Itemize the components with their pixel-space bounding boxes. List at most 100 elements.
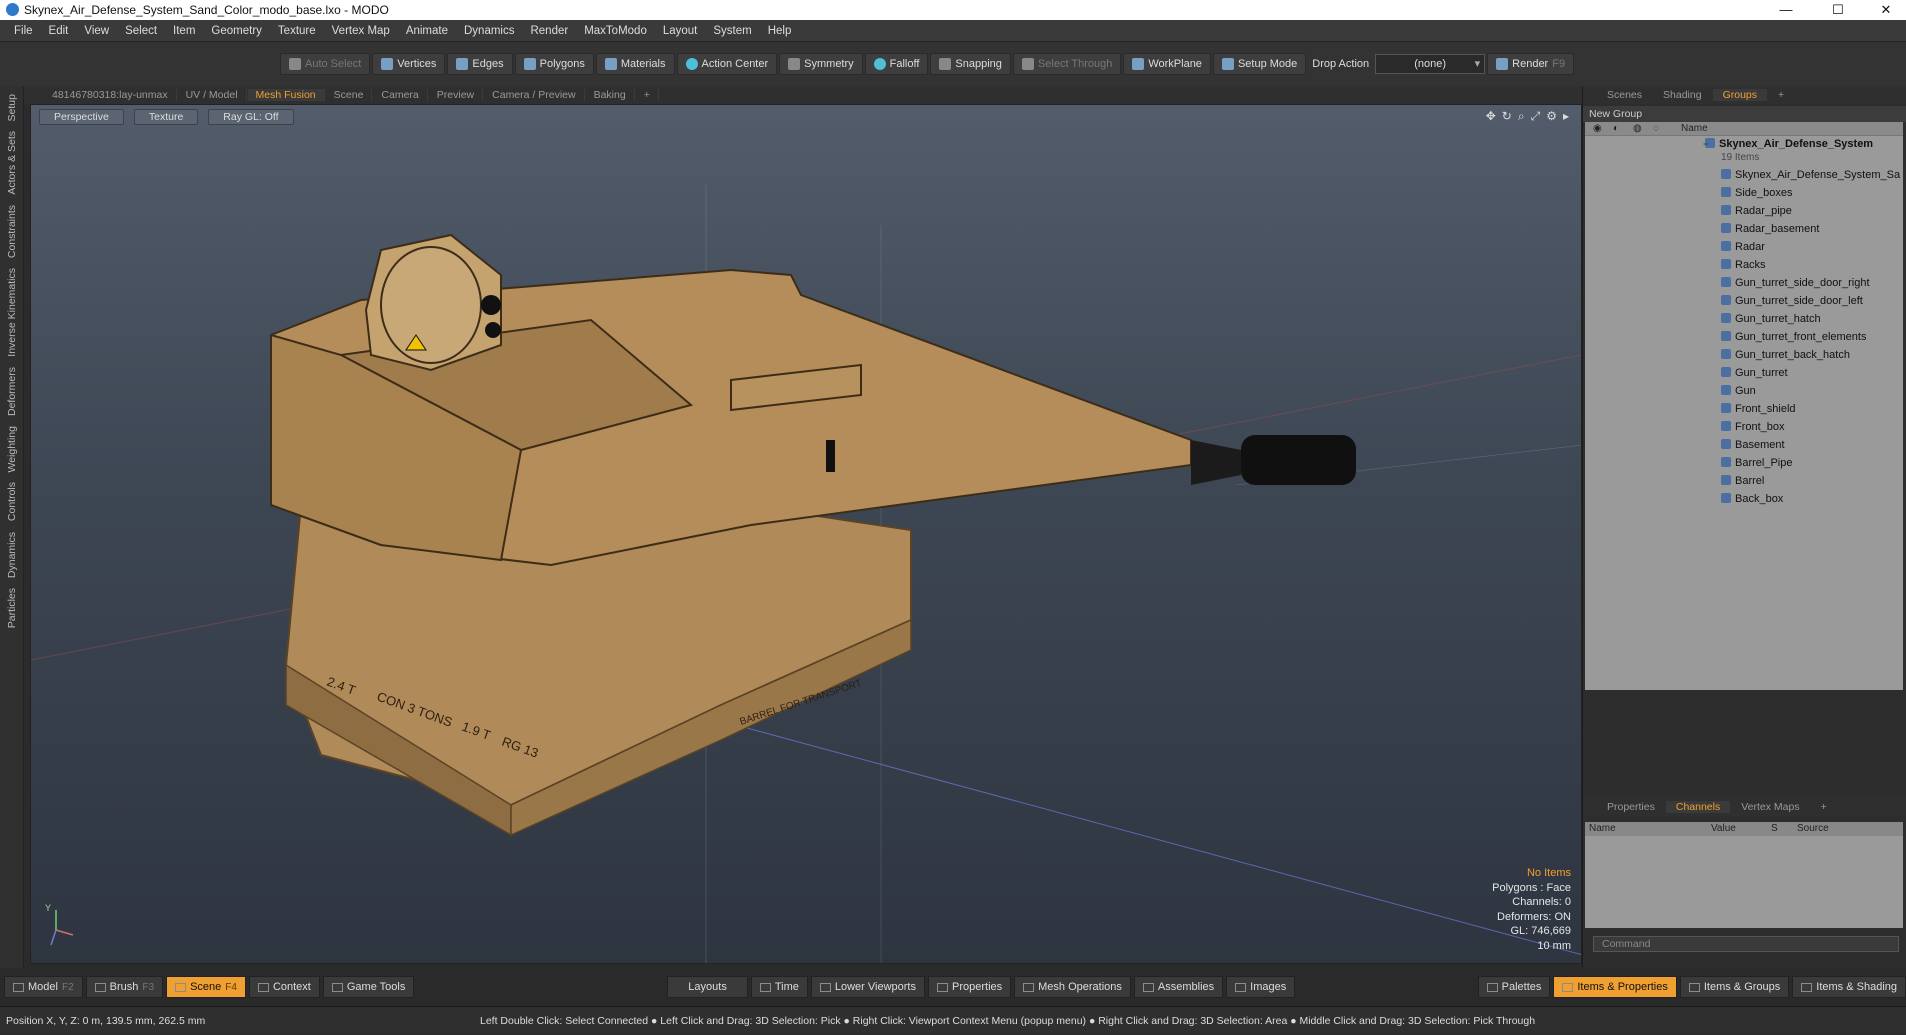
tree-item[interactable]: Gun_turret_side_door_left: [1585, 292, 1903, 310]
menu-animate[interactable]: Animate: [398, 25, 456, 37]
tab-shading[interactable]: Shading: [1653, 89, 1712, 101]
menu-maxtomodo[interactable]: MaxToModo: [576, 25, 655, 37]
close-button[interactable]: ✕: [1866, 0, 1906, 20]
assemblies-button[interactable]: Assemblies: [1133, 976, 1224, 998]
menu-system[interactable]: System: [705, 25, 759, 37]
drop-action-select[interactable]: (none): [1375, 54, 1486, 74]
menu-vertex-map[interactable]: Vertex Map: [324, 25, 398, 37]
setup-mode-button[interactable]: Setup Mode: [1212, 53, 1307, 75]
left-tab-setup[interactable]: Setup: [6, 92, 18, 123]
menu-render[interactable]: Render: [522, 25, 576, 37]
tree-root-group[interactable]: − Skynex_Air_Defense_System: [1585, 136, 1903, 152]
tab-camera[interactable]: Camera: [373, 89, 428, 101]
perspective-button[interactable]: Perspective: [39, 109, 124, 125]
tree-item[interactable]: Gun_turret: [1585, 364, 1903, 382]
game-tools-tab[interactable]: Game Tools: [322, 976, 415, 998]
items-shading-tab[interactable]: Items & Shading: [1792, 976, 1906, 998]
select-through-button[interactable]: Select Through: [1012, 53, 1122, 75]
tree-item[interactable]: Gun_turret_side_door_right: [1585, 274, 1903, 292]
tree-item[interactable]: Gun_turret_front_elements: [1585, 328, 1903, 346]
new-group-button[interactable]: New Group: [1583, 106, 1906, 122]
tab-mesh-fusion[interactable]: Mesh Fusion: [247, 89, 325, 101]
context-tab[interactable]: Context: [248, 976, 320, 998]
items-properties-tab[interactable]: Items & Properties: [1553, 976, 1677, 998]
tree-item[interactable]: Back_box: [1585, 490, 1903, 508]
raygl-button[interactable]: Ray GL: Off: [208, 109, 294, 125]
minimize-button[interactable]: —: [1766, 0, 1806, 20]
tree-item[interactable]: Barrel: [1585, 472, 1903, 490]
tree-item[interactable]: Gun: [1585, 382, 1903, 400]
properties-button[interactable]: Properties: [928, 976, 1012, 998]
tab-scene[interactable]: Scene: [326, 89, 373, 101]
falloff-button[interactable]: Falloff: [864, 53, 929, 75]
edges-button[interactable]: Edges: [447, 53, 513, 75]
tree-item[interactable]: Side_boxes: [1585, 184, 1903, 202]
auto-select-button[interactable]: Auto Select: [280, 53, 371, 75]
mesh-operations-button[interactable]: Mesh Operations: [1014, 976, 1131, 998]
tree-item[interactable]: Radar_basement: [1585, 220, 1903, 238]
collapse-icon[interactable]: −: [1703, 136, 1708, 152]
tab-scenes[interactable]: Scenes: [1597, 89, 1652, 101]
brush-tab[interactable]: Brush F3: [85, 976, 164, 998]
tab-add-right[interactable]: +: [1768, 89, 1794, 101]
menu-dynamics[interactable]: Dynamics: [456, 25, 522, 37]
vertices-button[interactable]: Vertices: [372, 53, 446, 75]
tab-camera-preview[interactable]: Camera / Preview: [484, 89, 585, 101]
workplane-button[interactable]: WorkPlane: [1123, 53, 1211, 75]
scene-tab[interactable]: Scene F4: [166, 976, 246, 998]
maximize-button[interactable]: ☐: [1818, 0, 1858, 20]
tree-item[interactable]: Radar_pipe: [1585, 202, 1903, 220]
materials-button[interactable]: Materials: [595, 53, 675, 75]
menu-item[interactable]: Item: [165, 25, 203, 37]
menu-help[interactable]: Help: [760, 25, 800, 37]
left-tab-particles[interactable]: Particles: [6, 586, 18, 630]
left-tab-constraints[interactable]: Constraints: [6, 203, 18, 260]
command-input[interactable]: Command: [1593, 936, 1899, 952]
rotate-icon[interactable]: ↻: [1502, 109, 1512, 124]
tab-groups[interactable]: Groups: [1712, 89, 1768, 101]
tab-preview[interactable]: Preview: [429, 89, 484, 101]
lower-viewports-button[interactable]: Lower Viewports: [810, 976, 925, 998]
left-tab-controls[interactable]: Controls: [6, 480, 18, 523]
tab-add[interactable]: +: [636, 89, 659, 101]
menu-geometry[interactable]: Geometry: [203, 25, 270, 37]
left-tab-actors-sets[interactable]: Actors & Sets: [6, 129, 18, 197]
menu-layout[interactable]: Layout: [655, 25, 706, 37]
tree-item[interactable]: Barrel_Pipe: [1585, 454, 1903, 472]
menu-edit[interactable]: Edit: [41, 25, 77, 37]
arrow-right-icon[interactable]: ▸: [1563, 109, 1569, 124]
tab-baking[interactable]: Baking: [586, 89, 635, 101]
tab-properties[interactable]: Properties: [1597, 801, 1665, 813]
tree-item[interactable]: Gun_turret_back_hatch: [1585, 346, 1903, 364]
images-button[interactable]: Images: [1226, 976, 1296, 998]
time-button[interactable]: Time: [750, 976, 808, 998]
tab-channels[interactable]: Channels: [1665, 801, 1731, 813]
tree-item[interactable]: Skynex_Air_Defense_System_Sa ...: [1585, 166, 1903, 184]
menu-file[interactable]: File: [6, 25, 41, 37]
left-tab-deformers[interactable]: Deformers: [6, 365, 18, 418]
layouts-button[interactable]: Layouts: [667, 976, 748, 998]
tree-item[interactable]: Gun_turret_hatch: [1585, 310, 1903, 328]
zoom-icon[interactable]: ⌕: [1518, 109, 1525, 124]
symmetry-button[interactable]: Symmetry: [779, 53, 863, 75]
tab-vertex-maps[interactable]: Vertex Maps: [1731, 801, 1809, 813]
left-tab-weighting[interactable]: Weighting: [6, 424, 18, 475]
tree-item[interactable]: Racks: [1585, 256, 1903, 274]
palettes-button[interactable]: Palettes: [1477, 976, 1551, 998]
gear-icon[interactable]: ⚙: [1546, 109, 1557, 124]
render-button[interactable]: Render F9: [1487, 53, 1575, 75]
left-tab-dynamics[interactable]: Dynamics: [6, 530, 18, 580]
tab-layout-id[interactable]: 48146780318:lay-unmax: [44, 89, 177, 101]
tab-uv-model[interactable]: UV / Model: [178, 89, 247, 101]
model-tab[interactable]: Model F2: [4, 976, 83, 998]
menu-select[interactable]: Select: [117, 25, 165, 37]
3d-viewport[interactable]: 2.4 T CON 3 TONS 1.9 T RG 13 BARREL FOR …: [30, 104, 1582, 964]
left-tab-inverse-kinematics[interactable]: Inverse Kinematics: [6, 266, 18, 359]
polygons-button[interactable]: Polygons: [514, 53, 594, 75]
tree-item[interactable]: Basement: [1585, 436, 1903, 454]
action-center-button[interactable]: Action Center: [676, 53, 778, 75]
tab-add-lower[interactable]: +: [1811, 801, 1837, 813]
snapping-button[interactable]: Snapping: [930, 53, 1011, 75]
maximize-viewport-icon[interactable]: ⤢: [1531, 109, 1541, 124]
pan-icon[interactable]: ✥: [1486, 109, 1496, 124]
